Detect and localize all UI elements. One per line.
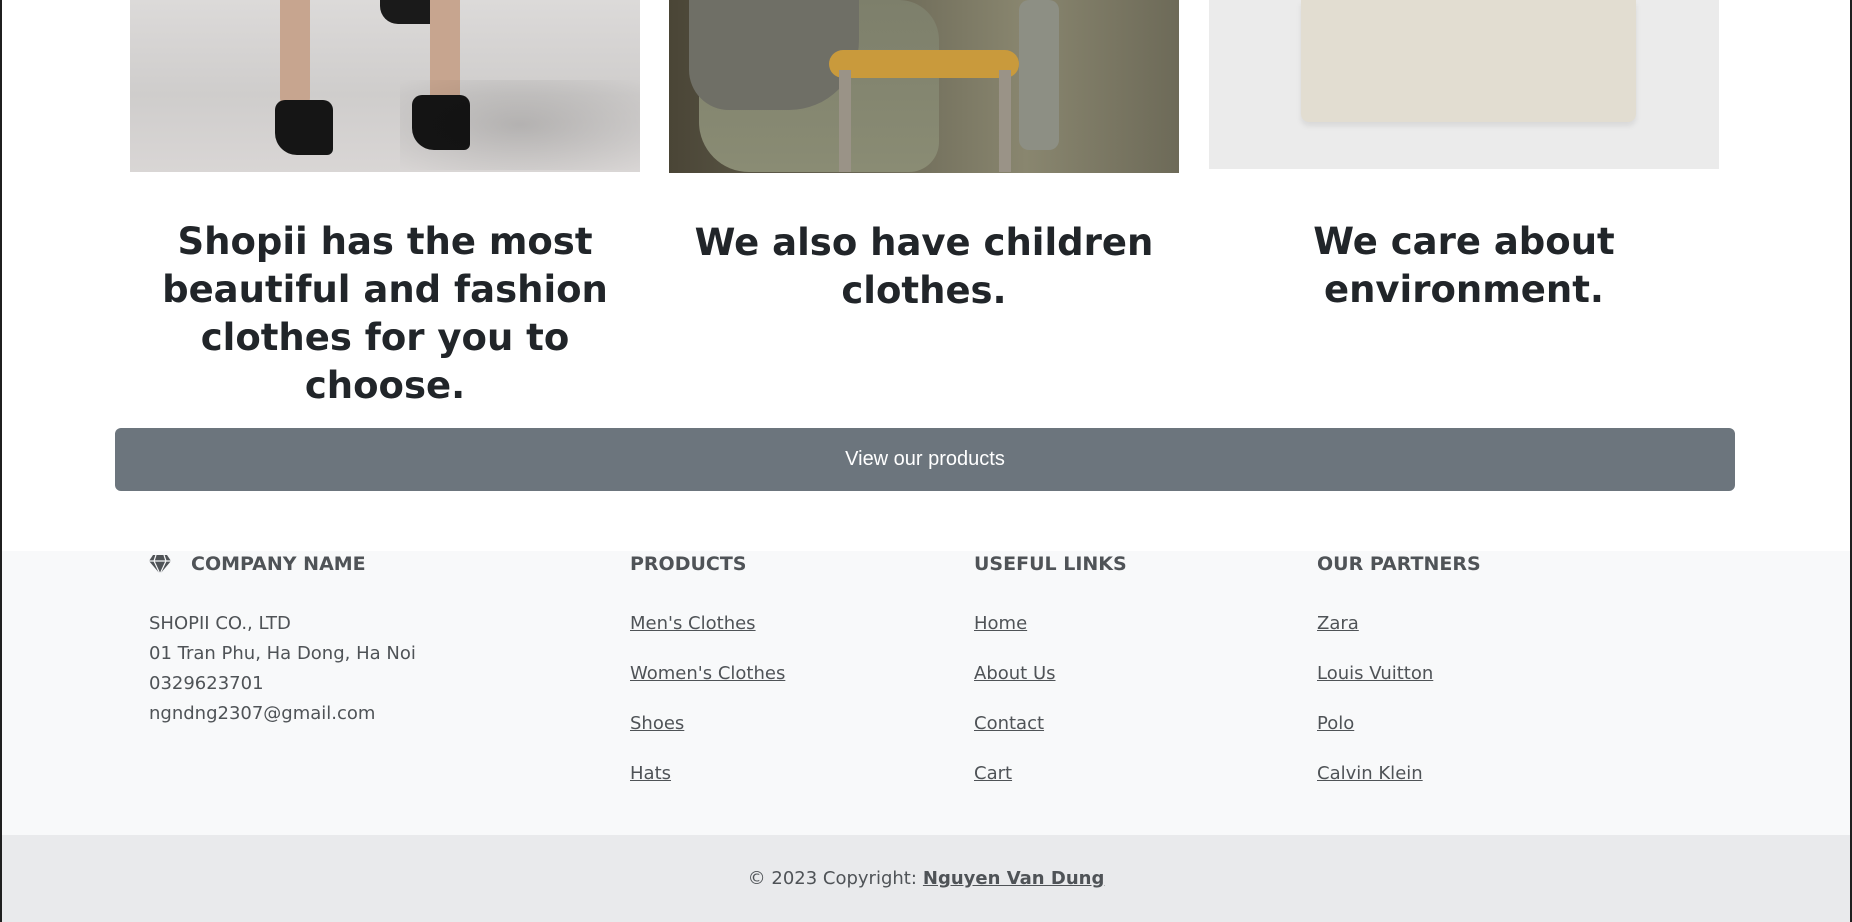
link-home[interactable]: Home — [974, 613, 1027, 634]
footer-company-heading: COMPANY NAME — [149, 551, 416, 577]
link-mens-clothes[interactable]: Men's Clothes — [630, 613, 756, 634]
high-heels-photo — [130, 0, 640, 172]
footer-products-heading: PRODUCTS — [630, 553, 747, 575]
partners-link-list: Zara Louis Vuitton Polo Calvin Klein — [1317, 609, 1481, 809]
products-link-list: Men's Clothes Women's Clothes Shoes Hats — [630, 609, 785, 809]
copyright-text: © 2023 Copyright: — [747, 868, 917, 889]
feature-heading: Shopii has the most beautiful and fashio… — [162, 220, 608, 407]
gem-icon — [149, 554, 171, 575]
link-calvin-klein[interactable]: Calvin Klein — [1317, 763, 1423, 784]
child-on-chair-photo — [669, 0, 1179, 173]
feature-card-fashion: Shopii has the most beautiful and fashio… — [130, 0, 640, 410]
footer-partners-heading: OUR PARTNERS — [1317, 553, 1481, 575]
link-louis-vuitton[interactable]: Louis Vuitton — [1317, 663, 1433, 684]
footer-products-column: PRODUCTS Men's Clothes Women's Clothes S… — [630, 551, 785, 809]
feature-card-children: We also have children clothes. — [669, 0, 1179, 315]
feature-card-environment: We care about environment. — [1209, 0, 1719, 314]
company-address: 01 Tran Phu, Ha Dong, Ha Noi — [149, 643, 416, 664]
link-contact[interactable]: Contact — [974, 713, 1044, 734]
feature-heading: We also have children clothes. — [694, 221, 1154, 312]
company-phone: 0329623701 — [149, 673, 264, 694]
link-womens-clothes[interactable]: Women's Clothes — [630, 663, 785, 684]
footer-partners-column: OUR PARTNERS Zara Louis Vuitton Polo Cal… — [1317, 551, 1481, 809]
link-polo[interactable]: Polo — [1317, 713, 1354, 734]
footer-useful-links-column: USEFUL LINKS Home About Us Contact Cart — [974, 551, 1127, 809]
copyright-bar: © 2023 Copyright: Nguyen Van Dung — [2, 835, 1850, 922]
company-email: ngndng2307@gmail.com — [149, 703, 376, 724]
company-legal-name: SHOPII CO., LTD — [149, 613, 291, 634]
footer-useful-links-heading: USEFUL LINKS — [974, 553, 1127, 575]
view-products-button[interactable]: View our products — [115, 428, 1735, 491]
company-info: SHOPII CO., LTD 01 Tran Phu, Ha Dong, Ha… — [149, 609, 416, 729]
footer-company-title: COMPANY NAME — [191, 553, 366, 575]
feature-heading: We care about environment. — [1313, 220, 1615, 311]
plain-tshirt-photo — [1209, 0, 1719, 169]
copyright-author-link[interactable]: Nguyen Van Dung — [923, 868, 1104, 889]
useful-link-list: Home About Us Contact Cart — [974, 609, 1127, 809]
link-hats[interactable]: Hats — [630, 763, 671, 784]
link-zara[interactable]: Zara — [1317, 613, 1359, 634]
footer-company-column: COMPANY NAME SHOPII CO., LTD 01 Tran Phu… — [149, 551, 416, 729]
link-about-us[interactable]: About Us — [974, 663, 1056, 684]
link-cart[interactable]: Cart — [974, 763, 1012, 784]
link-shoes[interactable]: Shoes — [630, 713, 684, 734]
